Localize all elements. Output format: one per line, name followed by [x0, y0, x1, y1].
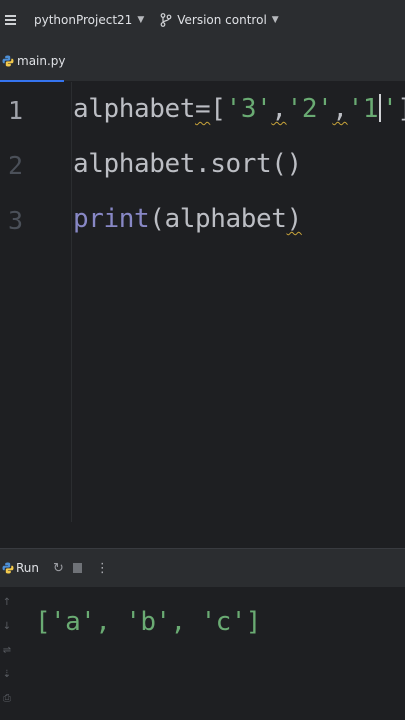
line-number: 3 — [8, 206, 24, 235]
run-console[interactable]: ↑ ↓ ⇌ ⇣ ⎙ ['a', 'b', 'c'] — [0, 587, 405, 720]
console-toolbar: ↑ ↓ ⇌ ⇣ ⎙ — [0, 597, 14, 717]
editor-tabs: main.py — [0, 40, 405, 82]
version-control-selector[interactable]: Version control ▼ — [160, 13, 279, 27]
text-cursor — [379, 94, 382, 122]
rerun-icon[interactable]: ↻ — [53, 561, 64, 576]
chevron-down-icon: ▼ — [137, 15, 145, 25]
code-token: '1 — [347, 94, 379, 124]
print-icon[interactable]: ⎙ — [0, 693, 14, 717]
python-file-icon — [2, 55, 14, 67]
code-token: ] — [397, 94, 405, 124]
console-output: ['a', 'b', 'c'] — [35, 607, 261, 637]
up-arrow-icon[interactable]: ↑ — [0, 597, 14, 621]
tab-main-py[interactable]: main.py — [0, 40, 66, 82]
down-arrow-icon[interactable]: ↓ — [0, 621, 14, 645]
chevron-down-icon: ▼ — [271, 15, 279, 25]
code-token: ' — [382, 94, 398, 124]
code-token: (alphabet — [149, 204, 287, 234]
code-token: '2' — [286, 94, 333, 124]
line-number: 2 — [8, 151, 24, 180]
project-selector[interactable]: pythonProject21 ▼ — [34, 13, 144, 27]
title-bar: pythonProject21 ▼ Version control ▼ — [0, 0, 405, 40]
code-token: print — [73, 204, 150, 234]
code-token: [ — [210, 94, 226, 124]
stop-icon[interactable] — [72, 563, 82, 573]
code-editor[interactable]: 1 2 3 alphabet=['3','2','1'] alphabet.so… — [0, 82, 405, 548]
code-line-3: print(alphabet) — [73, 204, 302, 234]
tab-label: main.py — [17, 54, 66, 68]
version-control-label: Version control — [177, 13, 267, 27]
code-token: , — [271, 94, 287, 124]
tab-run[interactable]: Run — [16, 561, 39, 575]
project-name: pythonProject21 — [34, 13, 133, 27]
menu-icon[interactable] — [2, 0, 18, 40]
wrap-icon[interactable]: ⇌ — [0, 645, 14, 669]
branch-icon — [160, 13, 172, 27]
code-token: '3' — [225, 94, 272, 124]
code-token: alphabet — [73, 94, 196, 124]
code-token: = — [195, 94, 211, 124]
run-icon — [2, 562, 14, 574]
more-icon[interactable]: ⋮ — [96, 561, 109, 576]
code-line-1: alphabet=['3','2','1'] — [73, 94, 405, 124]
code-token: , — [332, 94, 348, 124]
code-token: ) — [286, 204, 303, 234]
line-number: 1 — [8, 96, 24, 125]
gutter-divider — [71, 82, 72, 522]
scroll-end-icon[interactable]: ⇣ — [0, 669, 14, 693]
run-toolbar: Run ↻ ⋮ — [0, 549, 405, 587]
code-line-2: alphabet.sort() — [73, 149, 302, 179]
